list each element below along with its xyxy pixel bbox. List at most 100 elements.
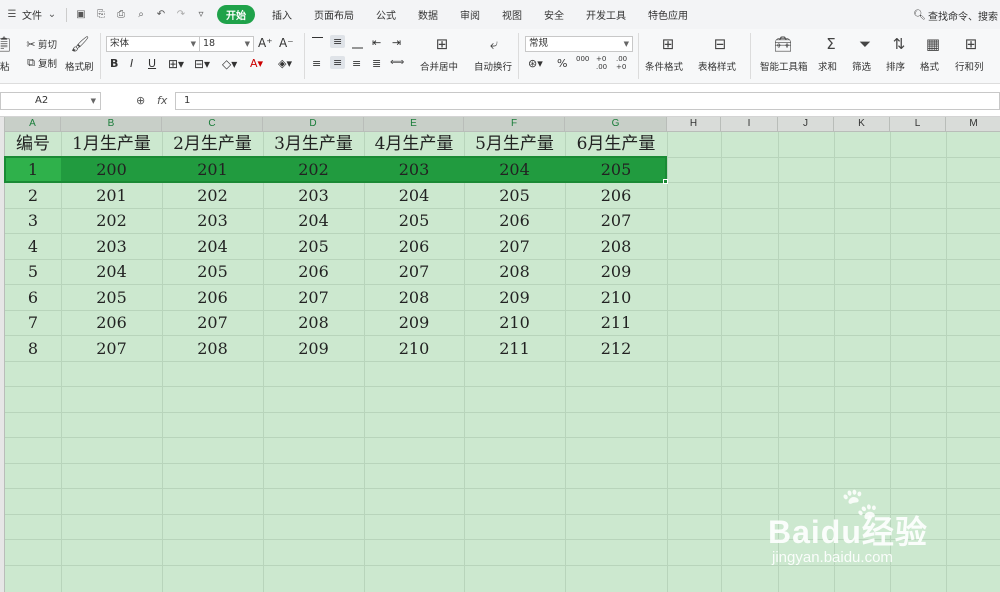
name-box[interactable]: A2 ▼ bbox=[0, 92, 101, 110]
sum-button[interactable]: 求和 bbox=[818, 59, 837, 73]
column-header-i[interactable]: I bbox=[721, 117, 778, 132]
table-cell[interactable]: 207 bbox=[364, 259, 464, 284]
increase-indent-icon[interactable]: ⇥ bbox=[392, 36, 401, 49]
bold-icon[interactable]: B bbox=[110, 57, 118, 70]
tab-start[interactable]: 开始 bbox=[217, 5, 255, 24]
table-cell[interactable]: 210 bbox=[364, 336, 464, 361]
table-cell[interactable]: 209 bbox=[263, 336, 364, 361]
column-header-c[interactable]: C bbox=[162, 117, 263, 132]
format-button[interactable]: 格式 bbox=[920, 59, 939, 73]
table-cell[interactable]: 7 bbox=[5, 310, 61, 335]
table-cell[interactable]: 202 bbox=[61, 208, 162, 233]
tab-view[interactable]: 视图 bbox=[491, 7, 533, 22]
borders-icon[interactable]: ⊞▾ bbox=[168, 57, 184, 71]
tab-security[interactable]: 安全 bbox=[533, 7, 575, 22]
sum-icon[interactable]: Σ bbox=[821, 35, 841, 53]
table-cell[interactable]: 6 bbox=[5, 285, 61, 310]
header-cell-jun[interactable]: 6月生产量 bbox=[565, 132, 667, 157]
currency-icon[interactable]: ⊛▾ bbox=[528, 57, 543, 70]
table-cell[interactable]: 210 bbox=[464, 310, 565, 335]
copy-button[interactable]: ⧉ 复制 bbox=[24, 56, 57, 70]
table-cell[interactable]: 207 bbox=[263, 285, 364, 310]
cut-button[interactable]: ✂ 剪切 bbox=[24, 37, 57, 52]
table-cell[interactable]: 204 bbox=[263, 208, 364, 233]
paste-icon[interactable]: 📋︎ bbox=[0, 35, 14, 53]
column-header-m[interactable]: M bbox=[946, 117, 1000, 132]
conditional-format-icon[interactable]: ⊞ bbox=[658, 35, 678, 53]
table-cell[interactable]: 5 bbox=[5, 259, 61, 284]
paste-button[interactable]: 粘 bbox=[0, 59, 10, 73]
align-top-icon[interactable]: ⎺ bbox=[312, 36, 323, 50]
sort-button[interactable]: 排序 bbox=[886, 59, 905, 73]
table-cell[interactable]: 206 bbox=[464, 208, 565, 233]
wrap-text-button[interactable]: 自动换行 bbox=[474, 59, 512, 73]
print-icon[interactable]: ⎙ bbox=[115, 9, 127, 21]
fill-color-icon[interactable]: ◇▾ bbox=[222, 57, 237, 71]
tab-review[interactable]: 审阅 bbox=[449, 7, 491, 22]
merge-center-button[interactable]: 合并居中 bbox=[420, 59, 458, 73]
wrap-text-icon[interactable]: ⤶ bbox=[484, 35, 504, 53]
column-header-e[interactable]: E bbox=[364, 117, 464, 132]
table-cell[interactable]: 208 bbox=[464, 259, 565, 284]
table-cell[interactable]: 209 bbox=[464, 285, 565, 310]
merge-center-icon[interactable]: ⊞ bbox=[432, 35, 452, 53]
column-header-g[interactable]: G bbox=[565, 117, 667, 132]
table-cell[interactable]: 205 bbox=[565, 157, 667, 182]
tab-insert[interactable]: 插入 bbox=[261, 7, 303, 22]
table-cell[interactable]: 204 bbox=[162, 234, 263, 259]
tab-developer[interactable]: 开发工具 bbox=[575, 7, 637, 22]
table-cell[interactable]: 208 bbox=[565, 234, 667, 259]
column-header-k[interactable]: K bbox=[834, 117, 890, 132]
table-cell[interactable]: 206 bbox=[263, 259, 364, 284]
row-col-button[interactable]: 行和列 bbox=[955, 59, 984, 73]
column-header-a[interactable]: A bbox=[5, 117, 61, 132]
clear-format-icon[interactable]: ◈▾ bbox=[278, 57, 292, 70]
font-color-icon[interactable]: A▾ bbox=[250, 57, 263, 70]
decrease-decimal-button[interactable]: .00 +0 bbox=[616, 55, 634, 71]
table-cell[interactable]: 204 bbox=[61, 259, 162, 284]
table-cell[interactable]: 204 bbox=[364, 183, 464, 208]
column-header-b[interactable]: B bbox=[61, 117, 162, 132]
table-cell[interactable]: 201 bbox=[61, 183, 162, 208]
table-cell[interactable]: 200 bbox=[61, 157, 162, 182]
table-cell[interactable]: 202 bbox=[162, 183, 263, 208]
format-painter-button[interactable]: 格式刷 bbox=[65, 59, 94, 73]
underline-icon[interactable]: U bbox=[148, 57, 156, 70]
font-size-select[interactable]: 18 ▼ bbox=[199, 36, 254, 52]
column-header-l[interactable]: L bbox=[890, 117, 946, 132]
save-icon[interactable]: ▣ bbox=[75, 9, 87, 21]
undo-icon[interactable]: ↶ bbox=[155, 9, 167, 21]
format-icon[interactable]: ▦ bbox=[923, 35, 943, 53]
font-name-select[interactable]: 宋体 ▼ bbox=[106, 36, 200, 52]
table-cell[interactable]: 3 bbox=[5, 208, 61, 233]
header-cell-may[interactable]: 5月生产量 bbox=[464, 132, 565, 157]
command-search[interactable]: 🔍︎ 查找命令、搜索 bbox=[913, 8, 998, 23]
header-cell-id[interactable]: 编号 bbox=[5, 132, 61, 157]
table-cell[interactable]: 204 bbox=[464, 157, 565, 182]
decrease-font-icon[interactable]: A⁻ bbox=[279, 36, 294, 50]
header-cell-jan[interactable]: 1月生产量 bbox=[61, 132, 162, 157]
table-cell[interactable]: 205 bbox=[61, 285, 162, 310]
spreadsheet-grid[interactable]: A B C D E F G H I J K L M 编号 1月生产量 2月生产量… bbox=[0, 117, 1000, 592]
table-cell[interactable]: 209 bbox=[364, 310, 464, 335]
export-pdf-icon[interactable]: ⎘ bbox=[95, 9, 107, 21]
conditional-format-button[interactable]: 条件格式 bbox=[645, 59, 683, 73]
cell-style-icon[interactable]: ⊟▾ bbox=[194, 57, 210, 71]
table-cell[interactable]: 208 bbox=[263, 310, 364, 335]
tab-special-apps[interactable]: 特色应用 bbox=[637, 7, 699, 22]
table-cell[interactable]: 203 bbox=[61, 234, 162, 259]
header-cell-apr[interactable]: 4月生产量 bbox=[364, 132, 464, 157]
column-header-d[interactable]: D bbox=[263, 117, 364, 132]
table-cell[interactable]: 202 bbox=[263, 157, 364, 182]
percent-button[interactable]: % bbox=[557, 57, 567, 70]
header-cell-feb[interactable]: 2月生产量 bbox=[162, 132, 263, 157]
table-cell[interactable]: 205 bbox=[263, 234, 364, 259]
header-cell-mar[interactable]: 3月生产量 bbox=[263, 132, 364, 157]
file-menu[interactable]: ☰ 文件 ⌄ bbox=[0, 7, 62, 22]
zoom-icon[interactable]: ⊕ bbox=[136, 94, 145, 107]
table-cell[interactable]: 1 bbox=[5, 157, 61, 182]
table-cell[interactable]: 209 bbox=[565, 259, 667, 284]
redo-icon[interactable]: ↷ bbox=[175, 9, 187, 21]
table-cell[interactable]: 205 bbox=[464, 183, 565, 208]
column-header-j[interactable]: J bbox=[778, 117, 834, 132]
